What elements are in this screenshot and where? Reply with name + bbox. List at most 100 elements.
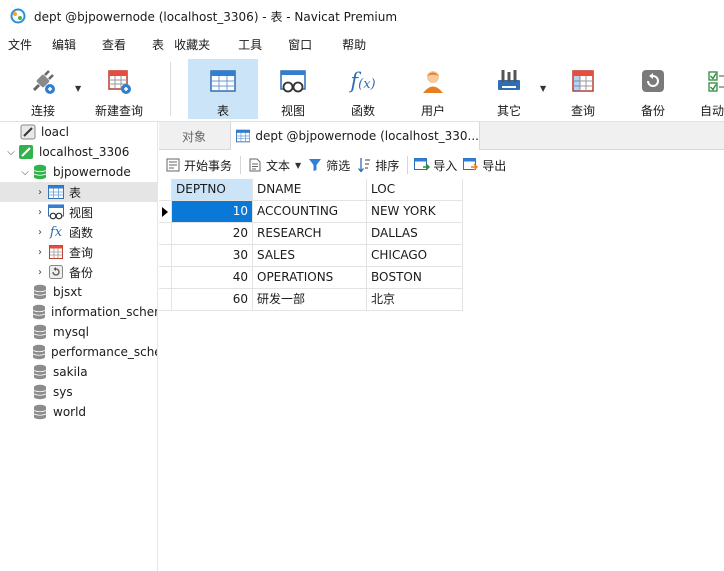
nav-item-information-schema[interactable]: information_schema [0,302,157,322]
nav-item-tables[interactable]: › 表 [0,182,157,202]
tab-objects[interactable]: 对象 [159,122,229,150]
cell-loc[interactable]: 北京 [367,289,463,311]
nav-item-bjsxt[interactable]: bjsxt [0,282,157,302]
table-icon [236,129,251,143]
table-row[interactable]: 30 SALES CHICAGO [159,245,463,267]
row-indicator[interactable] [159,289,172,311]
user-button[interactable]: 用户 [402,59,464,119]
sort-button[interactable]: 排序 [356,157,399,174]
automation-button[interactable]: 自动 [694,59,724,119]
nav-item-sakila[interactable]: sakila [0,362,157,382]
transaction-icon [165,157,181,173]
row-indicator[interactable] [159,201,172,223]
connect-button[interactable]: 连接 [14,59,72,119]
table-button[interactable]: 表 [188,59,258,119]
nav-item-functions[interactable]: › fx 函数 [0,222,157,242]
query-button[interactable]: 查询 [552,59,614,119]
chevron-down-icon[interactable]: ⌵ [4,147,18,158]
others-button[interactable]: 其它 [478,59,540,119]
table-icon [210,70,236,92]
begin-transaction-button[interactable]: 开始事务 [165,157,232,174]
row-indicator[interactable] [159,223,172,245]
nav-item-sys[interactable]: sys [0,382,157,402]
connection-tree: loacl ⌵ localhost_3306 ⌵ bjpowernode › 表… [0,122,158,571]
menu-favorites[interactable]: 收藏夹 [174,36,238,53]
database-icon [32,404,48,420]
chevron-right-icon[interactable]: › [32,247,48,258]
chevron-right-icon[interactable]: › [32,187,48,198]
database-icon [32,284,48,300]
column-header-deptno[interactable]: DEPTNO [172,179,253,201]
cell-loc[interactable]: BOSTON [367,267,463,289]
nav-item-queries[interactable]: › 查询 [0,242,157,262]
nav-item-world[interactable]: world [0,402,157,422]
table-row[interactable]: 60 研发一部 北京 [159,289,463,311]
cell-deptno[interactable]: 40 [172,267,253,289]
menu-edit[interactable]: 编辑 [52,36,102,53]
cell-loc[interactable]: DALLAS [367,223,463,245]
cell-dname[interactable]: 研发一部 [253,289,367,311]
database-icon [32,384,48,400]
nav-item-performance-schema[interactable]: performance_schema [0,342,157,362]
menu-window[interactable]: 窗口 [288,36,342,53]
nav-item-mysql[interactable]: mysql [0,322,157,342]
nav-item-views[interactable]: › 视图 [0,202,157,222]
text-dropdown-icon[interactable]: ▼ [295,161,301,170]
cell-loc[interactable]: CHICAGO [367,245,463,267]
connection-icon [20,124,36,140]
menu-view[interactable]: 查看 [102,36,152,53]
toolbar-separator [170,62,171,116]
database-icon [32,344,46,360]
table-row[interactable]: 40 OPERATIONS BOSTON [159,267,463,289]
column-header-loc[interactable]: LOC [367,179,463,201]
backup-label: 备份 [640,104,665,118]
filter-button[interactable]: 筛选 [307,157,350,174]
tab-dept-table[interactable]: dept @bjpowernode (localhost_330... [230,122,480,150]
cell-deptno[interactable]: 20 [172,223,253,245]
nav-item-backups[interactable]: › 备份 [0,262,157,282]
others-label: 其它 [496,104,521,118]
row-indicator[interactable] [159,245,172,267]
view-button[interactable]: 视图 [262,59,324,119]
cell-loc[interactable]: NEW YORK [367,201,463,223]
cell-dname[interactable]: ACCOUNTING [253,201,367,223]
import-button[interactable]: 导入 [414,157,457,174]
function-icon: fx [49,224,63,240]
cell-deptno[interactable]: 10 [172,201,253,223]
connect-dropdown-icon[interactable]: ▼ [75,84,81,93]
cell-deptno[interactable]: 30 [172,245,253,267]
new-query-button[interactable]: 新建查询 [88,59,150,119]
column-header-dname[interactable]: DNAME [253,179,367,201]
nav-item-bjpowernode[interactable]: ⌵ bjpowernode [0,162,157,182]
row-indicator[interactable] [159,267,172,289]
function-icon: f(x) [350,69,376,93]
table-row[interactable]: 10 ACCOUNTING NEW YORK [159,201,463,223]
nav-item-loacl[interactable]: loacl [0,122,157,142]
nav-item-localhost[interactable]: ⌵ localhost_3306 [0,142,157,162]
chevron-right-icon[interactable]: › [32,207,48,218]
main-toolbar: 连接 ▼ 新建查询 表 视图 f(x) 函数 用户 其它 ▼ 查询 备份 自动 [0,56,724,122]
cell-dname[interactable]: SALES [253,245,367,267]
chevron-right-icon[interactable]: › [32,267,48,278]
menu-file[interactable]: 文件 [0,36,52,53]
backup-icon [642,70,664,92]
function-label: 函数 [350,104,375,118]
chevron-right-icon[interactable]: › [32,227,48,238]
menu-tools[interactable]: 工具 [238,36,288,53]
chevron-down-icon[interactable]: ⌵ [18,167,32,178]
others-dropdown-icon[interactable]: ▼ [540,84,546,93]
menu-table[interactable]: 表 [152,36,174,53]
cell-dname[interactable]: OPERATIONS [253,267,367,289]
view-icon [48,204,64,220]
backup-button[interactable]: 备份 [622,59,684,119]
cell-deptno[interactable]: 60 [172,289,253,311]
table-row[interactable]: 20 RESEARCH DALLAS [159,223,463,245]
function-button[interactable]: f(x) 函数 [332,59,394,119]
query-icon [572,70,594,92]
text-button[interactable]: 文本 ▼ [247,157,301,174]
cell-dname[interactable]: RESEARCH [253,223,367,245]
table-toolbar: 开始事务 文本 ▼ 筛选 排序 导入 导出 [159,151,724,179]
tab-strip: 对象 dept @bjpowernode (localhost_330... [159,122,724,150]
menu-help[interactable]: 帮助 [342,36,377,53]
export-button[interactable]: 导出 [463,157,506,174]
